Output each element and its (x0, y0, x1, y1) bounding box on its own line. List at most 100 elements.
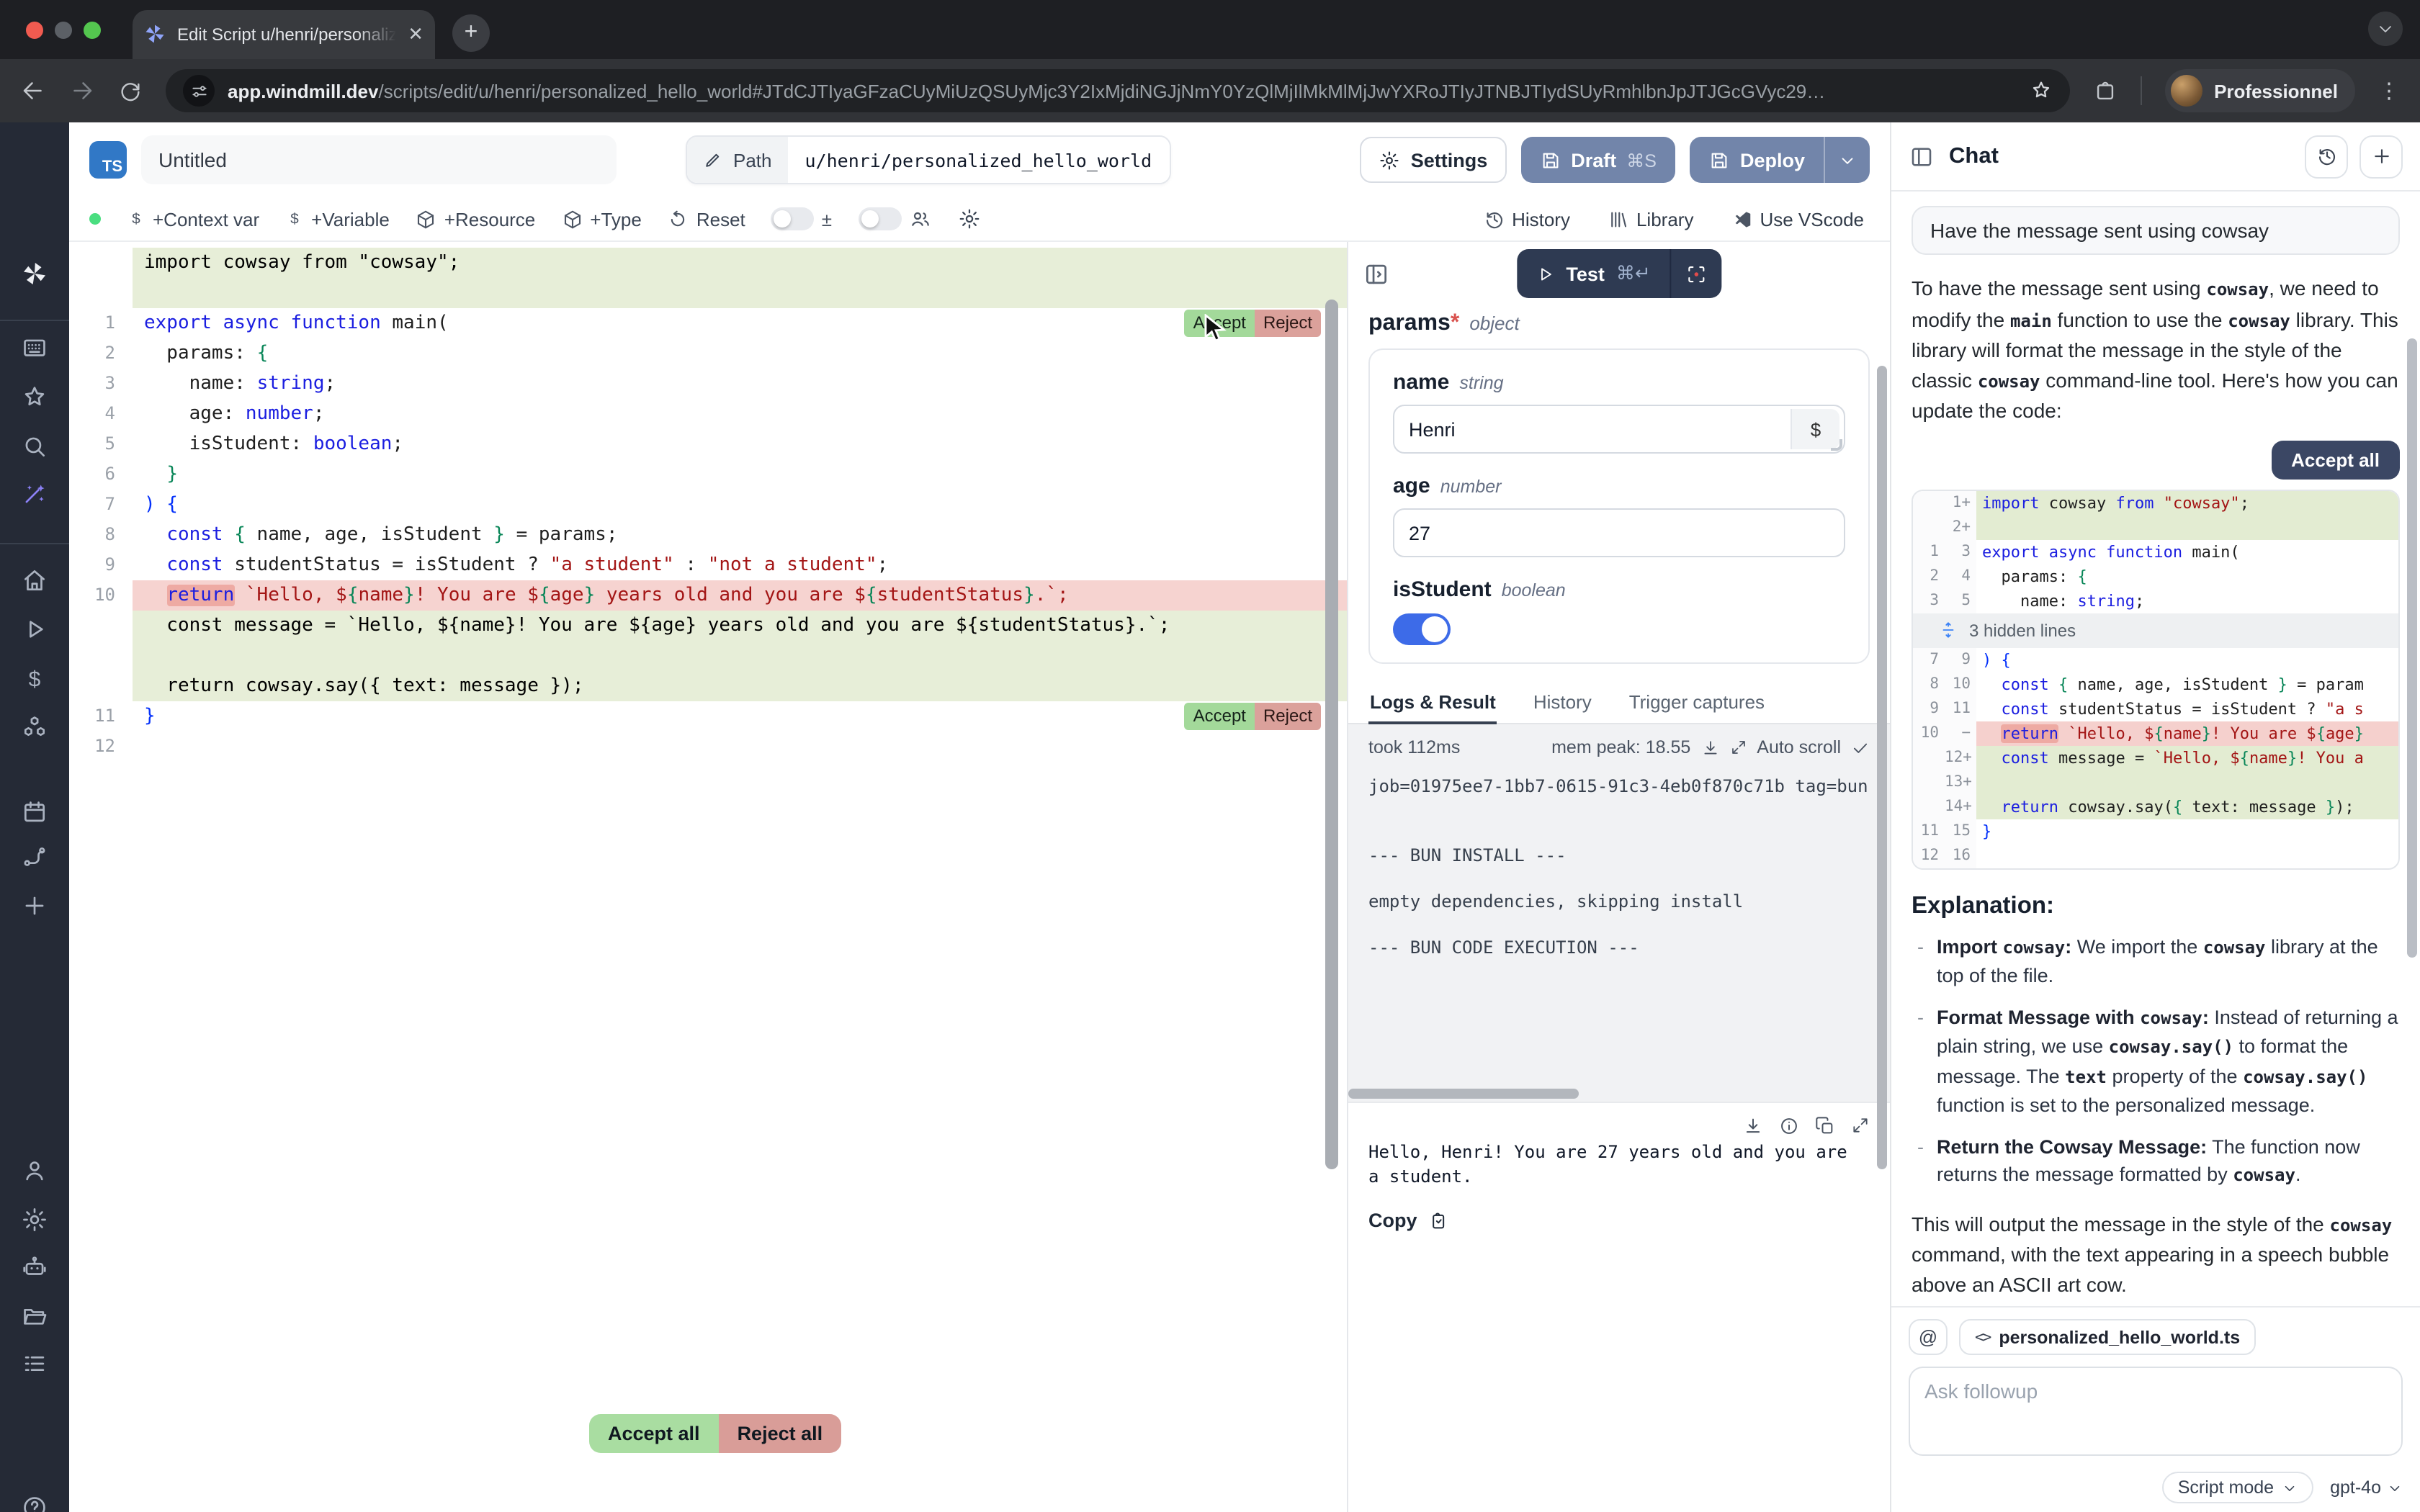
settings-gear-icon[interactable] (21, 1206, 48, 1233)
copy-button[interactable]: Copy (1368, 1210, 1870, 1231)
draft-button[interactable]: Draft ⌘S (1520, 137, 1675, 183)
runs-play-icon[interactable] (21, 616, 48, 643)
zoom-window-button[interactable] (84, 21, 101, 38)
variables-dollar-icon[interactable]: $ (21, 666, 48, 693)
tab-search-button[interactable] (2368, 12, 2403, 46)
reject-all-button[interactable]: Reject all (719, 1414, 842, 1453)
run-panel-scrollbar[interactable] (1877, 366, 1887, 1169)
code-line[interactable]: 11}AcceptReject (69, 701, 1347, 732)
add-plus-icon[interactable] (21, 892, 48, 919)
bookmark-star-icon[interactable] (2030, 79, 2053, 102)
diff-mode-toggle[interactable] (771, 207, 815, 230)
chat-accept-all-button[interactable]: Accept all (2271, 440, 2400, 479)
add-context-var-button[interactable]: $+Context var (127, 208, 259, 230)
folders-icon[interactable] (21, 1302, 48, 1330)
expand-result-icon[interactable] (1851, 1116, 1870, 1136)
home-icon[interactable] (21, 567, 48, 594)
user-icon[interactable] (21, 1157, 48, 1184)
code-line[interactable]: 3 name: string; (69, 369, 1347, 399)
chat-scrollbar[interactable] (2407, 338, 2417, 958)
hidden-lines-row[interactable]: 3 hidden lines (1913, 613, 2398, 647)
search-icon[interactable] (21, 433, 48, 460)
download-logs-icon[interactable] (1700, 738, 1719, 757)
settings-button[interactable]: Settings (1361, 137, 1507, 183)
code-line[interactable]: 12 (69, 732, 1347, 762)
schedules-calendar-icon[interactable] (21, 798, 48, 826)
favorites-star-icon[interactable] (21, 384, 48, 411)
resources-icon[interactable] (21, 714, 48, 741)
multiplayer-toggle[interactable] (858, 207, 901, 230)
library-button[interactable]: Library (1608, 208, 1694, 230)
code-line[interactable]: 10 return `Hello, ${name}! You are ${age… (69, 580, 1347, 611)
followup-input[interactable] (1909, 1367, 2403, 1456)
expand-logs-icon[interactable] (1729, 739, 1747, 756)
chat-messages[interactable]: Have the message sent using cowsay To ha… (1891, 192, 2420, 1306)
accept-all-button[interactable]: Accept all (589, 1414, 719, 1453)
resize-handle[interactable] (1831, 439, 1842, 451)
code-line[interactable]: import cowsay from "cowsay"; (69, 248, 1347, 278)
test-options-button[interactable] (1671, 263, 1721, 284)
forward-icon[interactable] (69, 78, 95, 104)
help-icon[interactable] (21, 1494, 48, 1512)
audit-logs-icon[interactable] (21, 1350, 48, 1377)
test-button[interactable]: Test ⌘↵ (1517, 249, 1721, 298)
deploy-dropdown-button[interactable] (1825, 150, 1870, 169)
new-tab-button[interactable]: + (452, 14, 490, 51)
context-file-chip[interactable]: <>personalized_hello_world.ts (1959, 1319, 2256, 1355)
add-variable-button[interactable]: $+Variable (285, 208, 390, 230)
reset-button[interactable]: Reset (668, 208, 745, 230)
new-chat-button[interactable] (2360, 135, 2403, 178)
ai-wand-icon[interactable] (21, 480, 48, 508)
code-editor[interactable]: import cowsay from "cowsay"; 1export asyn… (69, 242, 1347, 1512)
script-name-input[interactable]: Untitled (141, 135, 617, 184)
copy-result-icon[interactable] (1815, 1116, 1835, 1136)
code-line[interactable]: 9 const studentStatus = isStudent ? "a s… (69, 550, 1347, 580)
browser-tab[interactable]: Edit Script u/henri/personaliz ✕ (133, 9, 435, 58)
reload-icon[interactable] (118, 78, 143, 103)
history-button[interactable]: History (1483, 208, 1570, 230)
apps-icon[interactable] (21, 335, 48, 362)
tab-history[interactable]: History (1532, 681, 1593, 723)
mode-selector[interactable]: Script mode (2162, 1472, 2313, 1503)
download-result-icon[interactable] (1743, 1116, 1763, 1136)
editor-settings-gear-icon[interactable] (957, 207, 980, 230)
code-line[interactable]: 7) { (69, 490, 1347, 520)
collapse-panel-icon[interactable] (1363, 260, 1390, 287)
back-icon[interactable] (20, 78, 46, 104)
model-selector[interactable]: gpt-4o (2330, 1477, 2403, 1498)
script-path[interactable]: Path u/henri/personalized_hello_world (686, 135, 1170, 184)
window-controls[interactable] (26, 21, 101, 38)
code-line[interactable]: 8 const { name, age, isStudent } = param… (69, 520, 1347, 550)
editor-scrollbar[interactable] (1325, 300, 1338, 1169)
mention-button[interactable]: @ (1909, 1319, 1948, 1355)
flows-route-icon[interactable] (21, 843, 48, 870)
info-icon[interactable] (1779, 1116, 1799, 1136)
close-window-button[interactable] (26, 21, 43, 38)
add-resource-button[interactable]: +Resource (416, 208, 535, 230)
code-line[interactable] (69, 641, 1347, 671)
tab-close-icon[interactable]: ✕ (408, 24, 424, 43)
age-input[interactable]: 27 (1393, 508, 1845, 557)
name-input[interactable]: Henri$ (1393, 405, 1845, 454)
minimize-window-button[interactable] (55, 21, 72, 38)
autoscroll-label[interactable]: Auto scroll (1757, 737, 1841, 757)
isstudent-toggle[interactable] (1393, 613, 1451, 645)
reject-hunk-button[interactable]: Reject (1255, 703, 1321, 730)
code-line[interactable]: 2 params: { (69, 338, 1347, 369)
browser-menu-icon[interactable]: ⋮ (2378, 78, 2400, 104)
extensions-icon[interactable] (2093, 78, 2118, 103)
reject-hunk-button[interactable]: Reject (1255, 310, 1321, 337)
code-line[interactable] (69, 278, 1347, 308)
code-line[interactable]: 1export async function main(AcceptReject (69, 308, 1347, 338)
site-settings-icon[interactable] (183, 75, 215, 107)
url-bar[interactable]: app.windmill.dev/scripts/edit/u/henri/pe… (166, 69, 2070, 112)
deploy-button[interactable]: Deploy (1690, 137, 1870, 183)
use-vscode-button[interactable]: Use VScode (1731, 208, 1864, 230)
logs-horizontal-scrollbar[interactable] (1348, 1089, 1579, 1099)
tab-logs-result[interactable]: Logs & Result (1368, 681, 1497, 724)
code-line[interactable]: 5 isStudent: boolean; (69, 429, 1347, 459)
accept-hunk-button[interactable]: Accept (1185, 703, 1255, 730)
code-line[interactable]: 6 } (69, 459, 1347, 490)
code-line[interactable]: 4 age: number; (69, 399, 1347, 429)
code-line[interactable]: const message = `Hello, ${name}! You are… (69, 611, 1347, 641)
